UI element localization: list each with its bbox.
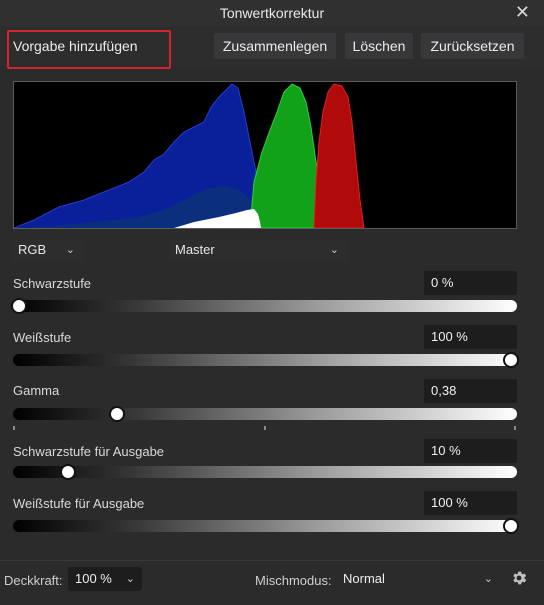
histogram <box>13 81 517 229</box>
gamma-slider[interactable] <box>13 406 517 422</box>
title-bar: Tonwertkorrektur ✕ <box>0 0 544 27</box>
output-white-level-field[interactable]: 100 % <box>424 491 517 515</box>
output-white-level-slider-handle[interactable] <box>503 518 519 534</box>
opacity-label: Deckkraft: <box>4 573 63 588</box>
black-level-slider-handle[interactable] <box>11 298 27 314</box>
output-white-level-label: Weißstufe für Ausgabe <box>13 496 145 511</box>
histogram-red-channel <box>313 83 365 228</box>
black-level-field[interactable]: 0 % <box>424 271 517 295</box>
gamma-slider-handle[interactable] <box>109 406 126 422</box>
black-level-slider[interactable] <box>11 298 517 314</box>
opacity-value: 100 % <box>75 571 112 586</box>
channel-select-value: RGB <box>18 242 47 257</box>
reset-button[interactable]: Zurücksetzen <box>421 33 524 59</box>
output-black-level-label: Schwarzstufe für Ausgabe <box>13 444 165 459</box>
white-level-field[interactable]: 100 % <box>424 325 517 349</box>
opacity-select[interactable]: 100 % ⌄ <box>68 567 142 591</box>
output-black-level-slider-handle[interactable] <box>60 464 77 480</box>
toolbar: Vorgabe hinzufügen Zusammenlegen Löschen… <box>0 26 544 66</box>
histogram-graph <box>14 83 365 228</box>
mode-select[interactable]: Master ⌄ <box>170 240 347 260</box>
window-title: Tonwertkorrektur <box>219 5 325 21</box>
white-level-slider-handle[interactable] <box>503 352 519 368</box>
blend-mode-value: Normal <box>343 571 385 586</box>
output-black-level-slider[interactable] <box>13 464 517 480</box>
white-level-label: Weißstufe <box>13 330 72 345</box>
channel-select[interactable]: RGB ⌄ <box>13 240 83 260</box>
chevron-down-icon: ⌄ <box>329 244 339 256</box>
chevron-down-icon: ⌄ <box>483 573 493 585</box>
chevron-down-icon: ⌄ <box>125 573 135 585</box>
close-icon[interactable]: ✕ <box>515 2 530 22</box>
output-black-level-field[interactable]: 10 % <box>424 439 517 463</box>
delete-button[interactable]: Löschen <box>345 33 413 59</box>
merge-button[interactable]: Zusammenlegen <box>214 33 336 59</box>
add-preset-button[interactable]: Vorgabe hinzufügen <box>13 33 161 59</box>
gamma-label: Gamma <box>13 383 60 398</box>
output-white-level-slider[interactable] <box>13 518 519 534</box>
gamma-tick-mid <box>264 426 266 430</box>
blend-mode-select[interactable]: Normal ⌄ <box>336 567 500 591</box>
black-level-label: Schwarzstufe <box>13 276 92 291</box>
gear-icon[interactable] <box>510 569 528 587</box>
blend-mode-label: Mischmodus: <box>255 573 332 588</box>
mode-select-value: Master <box>175 242 215 257</box>
white-level-slider[interactable] <box>13 352 519 368</box>
gamma-tick-max <box>514 426 516 430</box>
gamma-field[interactable]: 0,38 <box>424 379 517 403</box>
chevron-down-icon: ⌄ <box>65 244 75 256</box>
gamma-tick-min <box>13 426 15 430</box>
